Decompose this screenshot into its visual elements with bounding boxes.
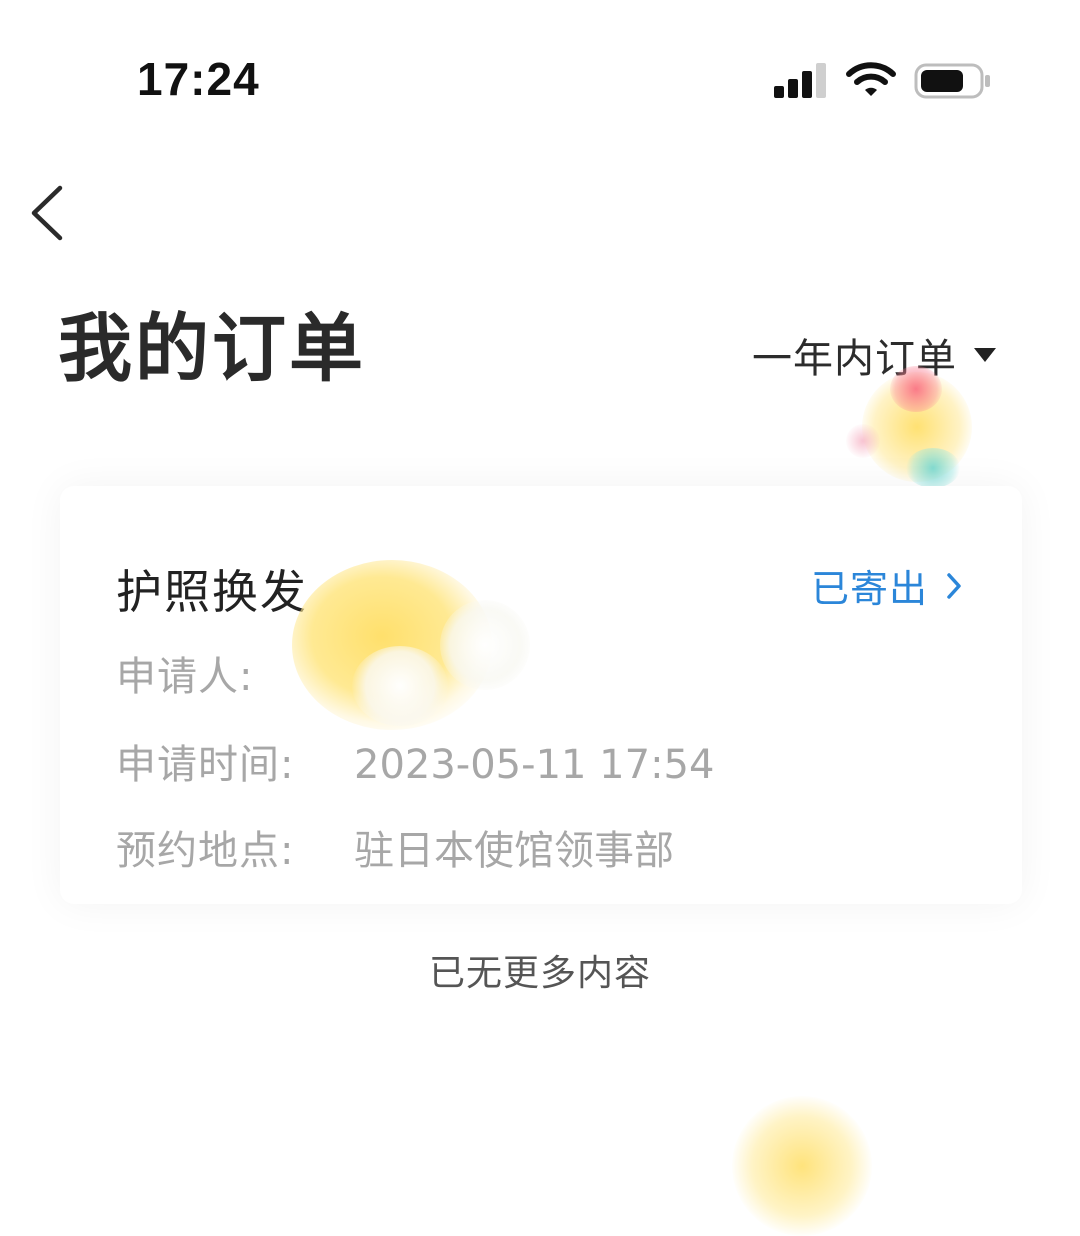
sticker-decoration	[906, 448, 960, 488]
application-time-row: 申请时间: 2023-05-11 17:54	[116, 732, 714, 790]
sticker-decoration	[732, 1096, 872, 1236]
order-status-link[interactable]: 已寄出	[811, 558, 962, 613]
order-status-label: 已寄出	[810, 567, 928, 611]
order-type-title: 护照换发	[116, 565, 308, 619]
back-button[interactable]	[22, 180, 82, 246]
application-time-value: 2023-05-11 17:54	[354, 742, 715, 788]
application-time-label: 申请时间:	[116, 742, 295, 788]
battery-icon	[914, 63, 990, 99]
page-title: 我的订单	[58, 306, 366, 392]
status-bar: 17:24	[0, 0, 1080, 160]
appointment-location-row: 预约地点: 驻日本使馆领事部	[116, 818, 674, 876]
no-more-content-text: 已无更多内容	[428, 953, 651, 994]
appointment-location-value: 驻日本使馆领事部	[354, 828, 674, 874]
order-period-label: 一年内订单	[752, 336, 957, 382]
wifi-icon	[846, 62, 896, 96]
sticker-decoration	[862, 372, 972, 482]
chevron-right-icon	[947, 572, 961, 599]
sticker-decoration	[846, 424, 880, 458]
appointment-location-label: 预约地点:	[116, 828, 295, 874]
status-time: 17:24	[137, 53, 260, 105]
order-card[interactable]: 护照换发 已寄出 申请人: 申请时间: 2023-05-11 17:54 预约地…	[60, 486, 1022, 904]
caret-down-icon	[974, 348, 996, 362]
applicant-label: 申请人:	[116, 654, 254, 700]
cellular-signal-icon	[774, 63, 826, 98]
order-period-dropdown[interactable]: 一年内订单	[752, 330, 997, 382]
applicant-row: 申请人:	[116, 644, 354, 702]
